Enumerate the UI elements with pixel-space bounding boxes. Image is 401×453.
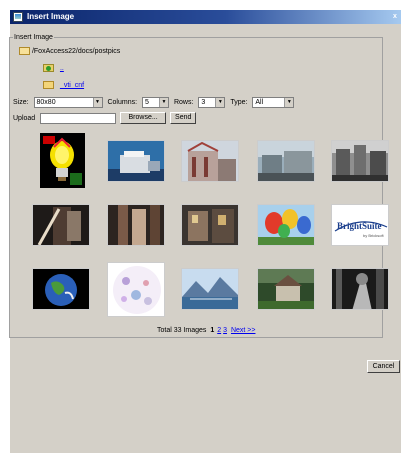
folder-icon [43, 81, 54, 90]
up-folder-row[interactable]: .. [43, 64, 64, 74]
brightsuite-logo-image: BrightSuite by Bricksoft [332, 205, 388, 245]
thumbnail-mountain-lake[interactable] [181, 268, 239, 310]
close-button[interactable]: x [389, 11, 401, 22]
thumbnail-lightbulb[interactable] [40, 133, 85, 188]
rows-value: 3 [201, 99, 206, 106]
page-link[interactable]: 2 [217, 327, 221, 334]
thumbnail-building-interior[interactable] [181, 204, 239, 246]
thumbnail-hot-air-balloons[interactable] [257, 204, 315, 246]
thumbnail-hallway-interior[interactable] [107, 204, 165, 246]
open-folder-icon [19, 47, 30, 56]
columns-select[interactable]: 5 ▼ [142, 97, 169, 108]
folder-up-icon [43, 64, 54, 73]
size-value: 80x80 [36, 99, 56, 106]
send-button[interactable]: Send [170, 112, 197, 124]
view-options-row: Size: 80x80 ▼ Columns: 5 ▼ Rows: 3 ▼ Typ… [13, 97, 295, 109]
thumbnail-interior-doorway[interactable] [32, 204, 90, 246]
current-path: /FoxAccess22/docs/postpics [31, 48, 121, 55]
thumbnail-printer[interactable] [107, 140, 165, 182]
rows-select[interactable]: 3 ▼ [198, 97, 226, 108]
columns-value: 5 [145, 99, 149, 106]
thumbnail-street-scene[interactable] [331, 140, 389, 182]
subfolder-link[interactable]: _vti_cnf [60, 82, 84, 89]
size-label: Size: [13, 99, 29, 106]
cottage-image [258, 269, 314, 309]
dialog-title: Insert Image [27, 12, 75, 21]
subfolder-row[interactable]: _vti_cnf [43, 81, 84, 91]
hallway-interior-image [108, 205, 164, 245]
street-scene-image [332, 141, 388, 181]
next-page-link[interactable]: Next >> [231, 327, 256, 334]
upload-label: Upload [13, 114, 36, 122]
total-images-text: Total 33 Images [157, 327, 207, 334]
upload-file-input[interactable] [40, 112, 117, 124]
brightsuite-tagline: by Bricksoft [363, 233, 385, 238]
lightbulb-image [40, 133, 85, 188]
cancel-button[interactable]: Cancel [367, 360, 400, 373]
dropdown-arrow-icon: ▼ [92, 98, 102, 107]
mountain-lake-image [182, 269, 238, 309]
building-interior-image [182, 205, 238, 245]
printer-image [108, 141, 164, 181]
upload-row: Upload Browse... Send [13, 112, 197, 124]
size-select[interactable]: 80x80 ▼ [33, 97, 103, 108]
brightsuite-wordmark: BrightSuite [337, 221, 382, 231]
dropdown-arrow-icon: ▼ [215, 98, 225, 107]
earth-image [33, 269, 89, 309]
image-icon [13, 12, 23, 22]
type-select[interactable]: All ▼ [252, 97, 295, 108]
thumbnail-industrial-building[interactable] [181, 140, 239, 182]
floral-pattern-image [108, 263, 164, 316]
cityscape-image [258, 141, 314, 181]
current-page: 1 [210, 327, 215, 334]
type-value: All [255, 99, 264, 106]
dropdown-arrow-icon: ▼ [284, 98, 294, 107]
up-folder-link[interactable]: .. [60, 65, 64, 72]
thumbnail-forest-path[interactable] [331, 268, 389, 310]
thumbnail-floral-pattern[interactable] [107, 262, 165, 317]
industrial-building-image [182, 141, 238, 181]
group-legend: Insert Image [14, 34, 53, 41]
title-bar: Insert Image x [10, 10, 401, 24]
thumbnail-brightsuite-logo[interactable]: BrightSuite by Bricksoft [331, 204, 389, 246]
interior-doorway-image [33, 205, 89, 245]
path-row: /FoxAccess22/docs/postpics [19, 47, 120, 57]
forest-path-image [332, 269, 388, 309]
thumbnail-cottage[interactable] [257, 268, 315, 310]
thumbnail-cityscape[interactable] [257, 140, 315, 182]
thumbnail-earth[interactable] [32, 268, 90, 310]
columns-label: Columns: [107, 99, 138, 106]
pagination: Total 33 Images 1 2 3 Next >> [157, 327, 255, 334]
page-link[interactable]: 3 [223, 327, 227, 334]
browse-button[interactable]: Browse... [120, 112, 167, 124]
hot-air-balloons-image [258, 205, 314, 245]
rows-label: Rows: [173, 99, 194, 106]
dropdown-arrow-icon: ▼ [159, 98, 168, 107]
type-label: Type: [230, 99, 248, 106]
